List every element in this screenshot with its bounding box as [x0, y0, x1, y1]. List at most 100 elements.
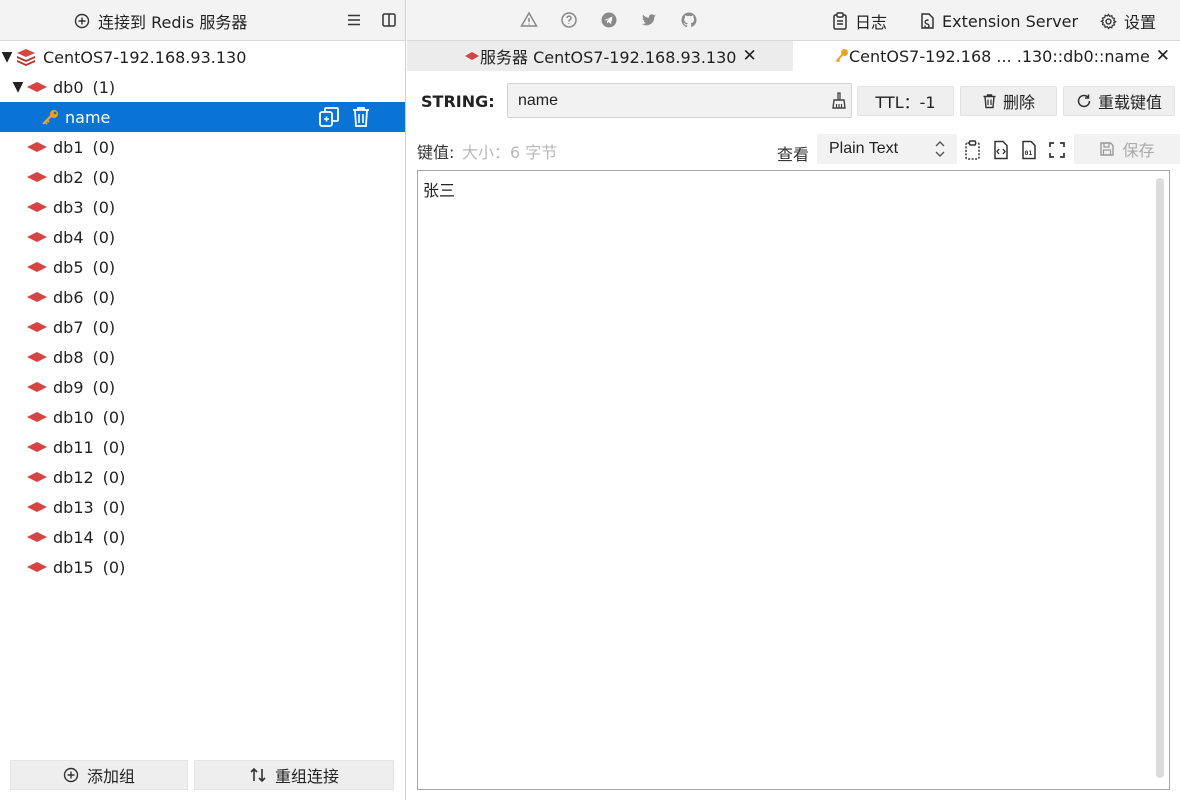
svg-text:01: 01 — [1025, 149, 1033, 157]
warning-icon[interactable] — [520, 11, 538, 29]
tree-db[interactable]: db2 (0) — [0, 162, 405, 192]
database-icon — [27, 172, 47, 182]
database-icon — [27, 322, 47, 332]
tree-db[interactable]: db7 (0) — [0, 312, 405, 342]
tree-db[interactable]: db8 (0) — [0, 342, 405, 372]
twitter-icon[interactable] — [640, 11, 658, 29]
connect-server-button[interactable]: 连接到 Redis 服务器 — [74, 9, 247, 33]
tab-server-label: 服务器 CentOS7-192.168.93.130 — [480, 48, 737, 67]
db-name: db14 — [53, 527, 94, 547]
tree-db[interactable]: db9 (0) — [0, 372, 405, 402]
clipboard-icon — [833, 12, 847, 30]
close-icon[interactable]: ✕ — [742, 46, 756, 66]
tree-db[interactable]: db5 (0) — [0, 252, 405, 282]
copy-value-icon[interactable] — [963, 140, 983, 160]
fullscreen-icon[interactable] — [1047, 140, 1067, 160]
tree-db[interactable]: db11 (0) — [0, 432, 405, 462]
expand-arrow-icon[interactable]: ▼ — [1, 49, 13, 65]
settings-button[interactable]: 设置 — [1100, 8, 1156, 34]
tree-db[interactable]: db13 (0) — [0, 492, 405, 522]
db-key-count: (0) — [92, 167, 116, 187]
db-name: db6 — [53, 287, 84, 307]
copy-key-icon[interactable] — [317, 105, 341, 129]
db-name: db5 — [53, 257, 84, 277]
db-name: db13 — [53, 497, 94, 517]
close-icon[interactable]: ✕ — [1156, 46, 1170, 66]
list-view-icon[interactable] — [345, 11, 363, 29]
binary-file-icon[interactable]: 01 — [1019, 140, 1039, 160]
gear-icon — [1100, 12, 1117, 30]
tree-db[interactable]: db4 (0) — [0, 222, 405, 252]
plus-circle-icon — [63, 767, 79, 783]
tree-db[interactable]: ▼ db0 (1) — [0, 72, 405, 102]
tree-db[interactable]: db3 (0) — [0, 192, 405, 222]
regroup-button[interactable]: 重组连接 — [194, 760, 394, 790]
database-icon — [27, 532, 47, 542]
db-name: db4 — [53, 227, 84, 247]
delete-key-icon[interactable] — [350, 105, 372, 129]
tree-db[interactable]: db10 (0) — [0, 402, 405, 432]
add-group-button[interactable]: 添加组 — [10, 760, 188, 790]
tab-key-label: CentOS7-192.168 ... .130::db0::name — [849, 46, 1150, 66]
reload-button[interactable]: 重载键值 — [1063, 86, 1175, 116]
tree-db[interactable]: db1 (0) — [0, 132, 405, 162]
tree-db[interactable]: db14 (0) — [0, 522, 405, 552]
database-icon — [27, 382, 47, 392]
db-name: db1 — [53, 137, 84, 157]
tab-server[interactable]: 服务器 CentOS7-192.168.93.130 ✕ — [407, 41, 793, 71]
db-key-count: (0) — [102, 437, 126, 457]
tree-server[interactable]: ▼ CentOS7-192.168.93.130 — [0, 42, 405, 72]
sort-arrows-icon — [250, 767, 266, 783]
db-key-count: (0) — [102, 497, 126, 517]
value-editor[interactable]: 张三 — [417, 170, 1170, 790]
db-key-count: (0) — [92, 137, 116, 157]
left-toolbar: 连接到 Redis 服务器 — [0, 0, 405, 41]
split-panel-icon[interactable] — [380, 11, 398, 29]
key-type-label: STRING: — [421, 92, 495, 111]
db-name: db10 — [53, 407, 94, 427]
left-footer: 添加组 重组连接 — [0, 760, 405, 800]
settings-label: 设置 — [1124, 13, 1157, 32]
ttl-button[interactable]: TTL：-1 — [857, 86, 954, 116]
db-key-count: (0) — [102, 467, 126, 487]
format-select[interactable]: Plain Text — [817, 134, 957, 164]
tab-bar: 服务器 CentOS7-192.168.93.130 ✕ CentOS7-192… — [407, 41, 1180, 71]
db-key-count: (0) — [102, 407, 126, 427]
db-name: db8 — [53, 347, 84, 367]
database-icon — [27, 262, 47, 272]
database-icon — [27, 82, 47, 92]
key-name-input[interactable] — [507, 83, 852, 118]
key-icon — [835, 49, 848, 63]
tree-db[interactable]: db12 (0) — [0, 462, 405, 492]
tree-db[interactable]: db15 (0) — [0, 552, 405, 582]
delete-button[interactable]: 删除 — [960, 86, 1057, 116]
database-icon — [27, 352, 47, 362]
github-icon[interactable] — [680, 11, 698, 29]
connect-server-label: 连接到 Redis 服务器 — [98, 13, 248, 32]
tree-db[interactable]: db6 (0) — [0, 282, 405, 312]
code-file-icon[interactable] — [991, 140, 1011, 160]
extension-server-button[interactable]: Extension Server — [919, 8, 1078, 34]
extension-server-label: Extension Server — [942, 11, 1079, 31]
db-key-count: (0) — [102, 557, 126, 577]
tree-key-item[interactable]: name — [0, 102, 405, 132]
db-key-count: (0) — [92, 287, 116, 307]
plus-circle-icon — [74, 13, 90, 29]
help-icon[interactable] — [560, 11, 578, 29]
tab-key[interactable]: CentOS7-192.168 ... .130::db0::name ✕ — [793, 41, 1180, 71]
db-name: db9 — [53, 377, 84, 397]
db-key-count: (0) — [92, 257, 116, 277]
value-scrollbar[interactable] — [1156, 178, 1164, 778]
select-arrows-icon — [935, 141, 945, 157]
db-list: db1 (0) db2 (0) db3 (0) db4 (0) db5 (0) db6 (0) db7 (… — [0, 132, 405, 582]
telegram-icon[interactable] — [600, 11, 618, 29]
db-name: db3 — [53, 197, 84, 217]
expand-arrow-icon[interactable]: ▼ — [12, 79, 24, 95]
broom-icon[interactable] — [830, 92, 848, 110]
save-icon — [1100, 142, 1115, 156]
log-button[interactable]: 日志 — [832, 8, 887, 34]
main-panel: 日志 Extension Server 设置 服务器 CentOS7-192.1… — [407, 0, 1180, 800]
regroup-label: 重组连接 — [274, 767, 339, 786]
save-button[interactable]: 保存 — [1074, 134, 1180, 164]
db-key-count: (0) — [92, 227, 116, 247]
